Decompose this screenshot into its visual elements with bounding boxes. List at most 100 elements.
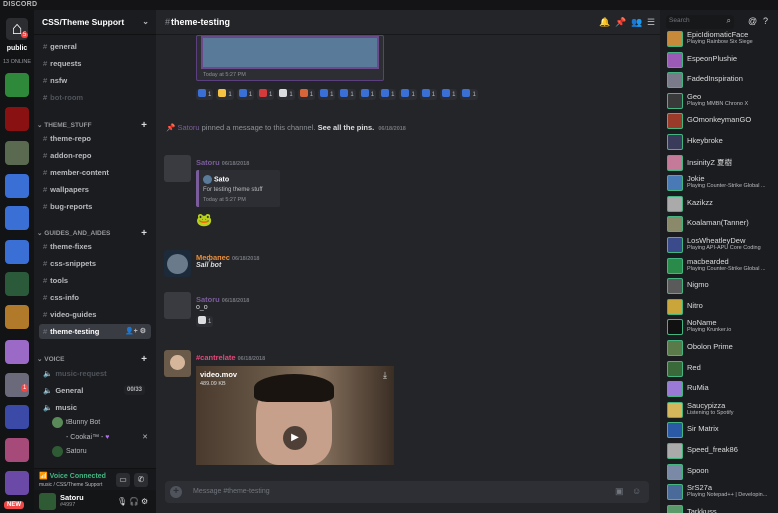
member-item[interactable]: Koalaman(Tanner): [666, 215, 778, 233]
headphones-icon[interactable]: 🎧: [129, 497, 139, 506]
member-item[interactable]: SrS27a Playing Notepad++ | Developin...: [666, 483, 778, 501]
purple-art-server-icon[interactable]: [5, 471, 29, 495]
message-input[interactable]: + Message #theme-testing ▣ ☺: [165, 481, 649, 503]
member-item[interactable]: FadedInspiration: [666, 71, 778, 89]
member-item[interactable]: Nigmo: [666, 277, 778, 295]
blue-nine-server-icon[interactable]: [5, 174, 29, 198]
author-name[interactable]: #cantrelate: [196, 353, 236, 362]
reaction[interactable]: 1: [257, 89, 275, 100]
member-item[interactable]: Kazikzz: [666, 195, 778, 213]
rainbow-server-icon[interactable]: [5, 340, 29, 364]
play-icon[interactable]: ▶: [283, 426, 307, 450]
add-channel-icon[interactable]: +: [141, 354, 147, 365]
member-item[interactable]: RuMia: [666, 380, 778, 398]
author-name[interactable]: Satoru: [196, 295, 220, 304]
member-item[interactable]: Nitro: [666, 298, 778, 316]
channel-bot-room[interactable]: # bot-room: [39, 90, 151, 105]
channel-tools[interactable]: # tools: [39, 273, 151, 288]
emoji-icon[interactable]: ☺: [632, 486, 641, 496]
member-item[interactable]: Tarkkuss: [666, 504, 778, 513]
list-icon[interactable]: ☰: [647, 17, 655, 28]
voice-channel-general[interactable]: 🔈 General 00/33: [39, 383, 151, 398]
reaction[interactable]: 1: [379, 89, 397, 100]
members-icon[interactable]: 👥: [631, 17, 642, 28]
member-item[interactable]: Saucypizza Listening to Spotify: [666, 401, 778, 419]
blue-art-server-icon[interactable]: [5, 405, 29, 429]
gif-icon[interactable]: ▣: [615, 486, 624, 497]
member-item[interactable]: macbearded Playing Counter-Strike Global …: [666, 257, 778, 275]
avatar[interactable]: [164, 292, 191, 319]
channel-member-content[interactable]: # member-content: [39, 165, 151, 180]
member-item[interactable]: Hkeybroke: [666, 133, 778, 151]
voice-channel-music[interactable]: 🔈 music: [39, 400, 151, 415]
member-item[interactable]: EspeonPlushie: [666, 51, 778, 69]
add-channel-icon[interactable]: +: [141, 120, 147, 131]
channel-wallpapers[interactable]: # wallpapers: [39, 182, 151, 197]
avatar[interactable]: [164, 155, 191, 182]
author-name[interactable]: Мефапес: [196, 253, 230, 262]
member-item[interactable]: LosWheatleyDew Playing API-APU Core Codin…: [666, 236, 778, 254]
channel-theme-repo[interactable]: # theme-repo: [39, 131, 151, 146]
member-item[interactable]: Spoon: [666, 463, 778, 481]
voice-user[interactable]: tBunny Bot: [52, 416, 152, 430]
reaction[interactable]: 1: [419, 89, 438, 100]
see-pins-link[interactable]: See all the pins.: [318, 123, 375, 132]
green-art-server-icon[interactable]: [5, 272, 29, 296]
channel-general[interactable]: # general: [39, 39, 151, 54]
channel-css-snippets[interactable]: # css-snippets: [39, 256, 151, 271]
chevron-down-icon[interactable]: ⌄: [142, 17, 149, 26]
server-list[interactable]: ⌂ 5 public 13 ONLINE 1 NEW: [0, 10, 34, 513]
author-name[interactable]: Satoru: [196, 158, 220, 167]
member-item[interactable]: Obolon Prime: [666, 339, 778, 357]
reaction[interactable]: 1: [358, 89, 377, 100]
add-channel-icon[interactable]: +: [141, 228, 147, 239]
channel-theme-testing[interactable]: # theme-testing 👤+ ⚙: [39, 324, 151, 339]
gear-icon[interactable]: ⚙: [141, 497, 148, 506]
embed-image[interactable]: [201, 36, 379, 69]
channel-settings-icon[interactable]: 👤+ ⚙: [125, 324, 146, 339]
channel-css-info[interactable]: # css-info: [39, 290, 151, 305]
upload-plus-icon[interactable]: +: [170, 486, 182, 498]
reaction[interactable]: 1: [216, 89, 234, 100]
reaction[interactable]: 1: [277, 89, 295, 100]
member-item[interactable]: NoName Playing Krunker.io: [666, 318, 778, 336]
reaction[interactable]: 1: [338, 89, 356, 100]
category-voice[interactable]: ⌄ VOICE +: [37, 354, 151, 366]
server-header[interactable]: CSS/Theme Support ⌄: [34, 10, 156, 35]
voice-user[interactable]: - Cookai™ - ♥ ✕: [52, 431, 152, 445]
member-item[interactable]: Speed_freak86: [666, 442, 778, 460]
channel-nsfw[interactable]: # nsfw: [39, 73, 151, 88]
landscape-server-icon[interactable]: [5, 141, 29, 165]
reaction[interactable]: 1: [399, 89, 417, 100]
reaction[interactable]: 1: [318, 89, 336, 100]
member-item[interactable]: EpicIdiomaticFace Playing Rainbow Six Sie…: [666, 30, 778, 48]
video-player[interactable]: video.mov 489.09 KB ⤓ ▶: [196, 366, 394, 465]
bell-icon[interactable]: 🔔: [599, 17, 610, 28]
braces-server-icon[interactable]: [5, 240, 29, 264]
channel-bug-reports[interactable]: # bug-reports: [39, 199, 151, 214]
member-item[interactable]: Geo Playing MMBN Chrono X: [666, 92, 778, 110]
member-item[interactable]: Red: [666, 360, 778, 378]
channel-theme-fixes[interactable]: # theme-fixes: [39, 239, 151, 254]
help-icon[interactable]: ?: [763, 16, 768, 26]
pin-icon[interactable]: 📌: [615, 17, 626, 28]
mention-icon[interactable]: @: [748, 16, 757, 26]
reaction[interactable]: 1: [196, 89, 214, 100]
pink-art-server-icon[interactable]: [5, 438, 29, 462]
download-icon[interactable]: ⤓: [383, 370, 387, 381]
search-input[interactable]: Search ⌕: [666, 15, 734, 29]
member-item[interactable]: Jokie Playing Counter-Strike Global ...: [666, 174, 778, 192]
screen-share-icon[interactable]: ▭: [116, 473, 130, 487]
channel-addon-repo[interactable]: # addon-repo: [39, 148, 151, 163]
voice-channel-music-request[interactable]: 🔈 music-request: [39, 366, 151, 381]
reaction[interactable]: 1: [236, 89, 255, 100]
member-item[interactable]: Sir Matrix: [666, 421, 778, 439]
html5-server-icon[interactable]: [5, 73, 29, 97]
microphone-icon[interactable]: 🎙: [117, 497, 127, 506]
channel-video-guides[interactable]: # video-guides: [39, 307, 151, 322]
member-item[interactable]: InsinityZ 夏樹: [666, 154, 778, 172]
avatar[interactable]: [39, 493, 56, 510]
disconnect-icon[interactable]: ✆: [134, 473, 148, 487]
reaction[interactable]: 1: [196, 316, 214, 327]
reaction[interactable]: 1: [440, 89, 458, 100]
